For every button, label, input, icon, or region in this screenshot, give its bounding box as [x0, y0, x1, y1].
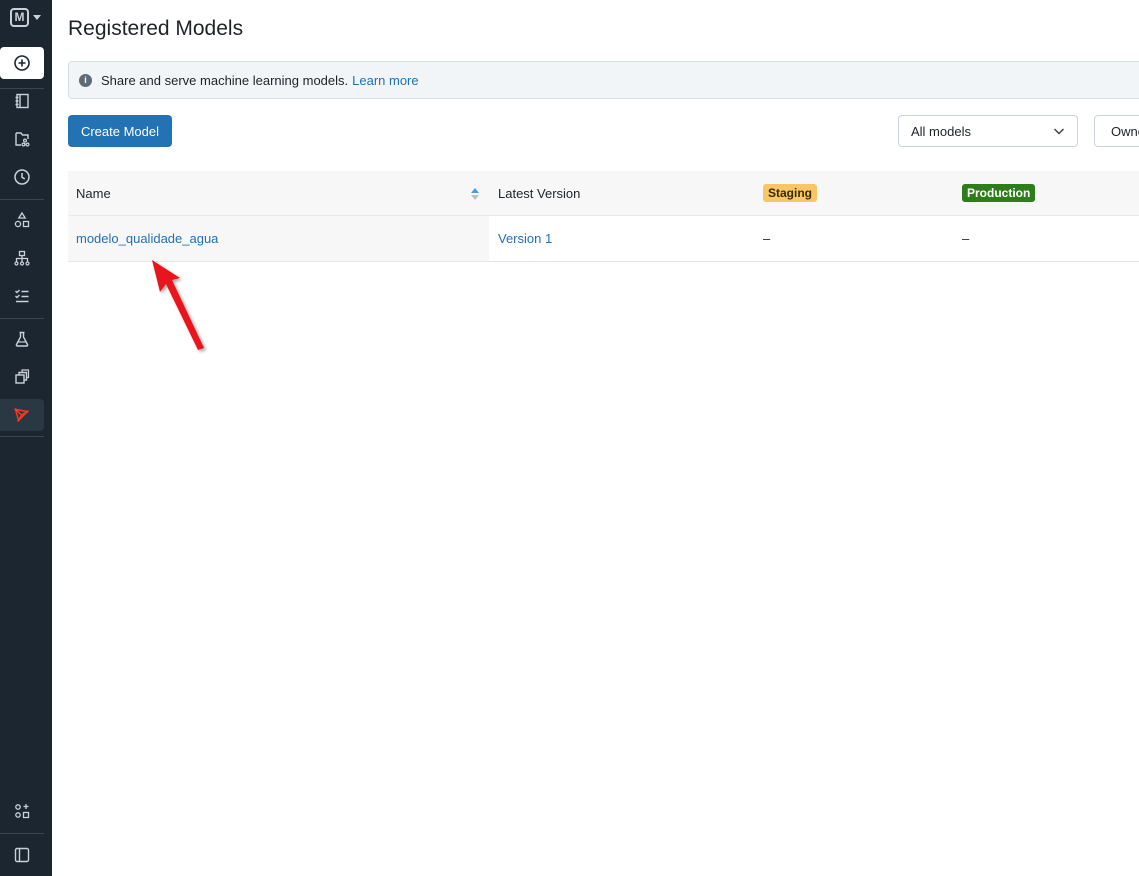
- sidebar-item-workflows[interactable]: [0, 242, 44, 274]
- models-filter-select[interactable]: All models: [898, 115, 1078, 147]
- model-name-cell: modelo_qualidade_agua: [76, 216, 486, 261]
- sidebar-collapse-button[interactable]: [0, 839, 44, 871]
- caret-down-icon: [33, 14, 41, 20]
- sidebar-item-new[interactable]: [0, 47, 44, 79]
- models-icon: [14, 408, 29, 422]
- column-header-production: Production: [962, 171, 1036, 215]
- sidebar-item-features[interactable]: [0, 361, 44, 393]
- sidebar-item-catalog[interactable]: [0, 204, 44, 236]
- column-header-latest-version: Latest Version: [498, 171, 580, 215]
- create-model-button[interactable]: Create Model: [68, 115, 172, 147]
- logo: M: [10, 7, 29, 27]
- owner-filter-label: Owner: [1111, 123, 1139, 139]
- latest-version-cell: Version 1: [498, 216, 552, 261]
- learn-more-link[interactable]: Learn more: [352, 73, 418, 88]
- info-icon: i: [79, 73, 92, 87]
- owner-filter-button[interactable]: Owner: [1094, 115, 1139, 147]
- column-header-staging: Staging: [763, 171, 817, 215]
- staging-value: –: [763, 231, 771, 246]
- models-filter-value: All models: [911, 123, 971, 139]
- stack-icon: [15, 369, 30, 384]
- annotation-arrow-icon: [152, 260, 204, 350]
- shapes-icon: [14, 211, 30, 228]
- models-table: Name Latest Version Staging Production m…: [68, 171, 1139, 262]
- sidebar-divider: [0, 436, 44, 437]
- banner-text: Share and serve machine learning models.: [101, 72, 349, 88]
- sidebar-toggle-icon: [14, 847, 30, 863]
- staging-cell: –: [763, 216, 770, 261]
- info-banner: i Share and serve machine learning model…: [68, 61, 1139, 99]
- sort-icon[interactable]: [470, 187, 480, 201]
- sidebar: M: [0, 0, 52, 876]
- flask-icon: [15, 331, 29, 347]
- table-row: modelo_qualidade_agua Version 1 – –: [68, 216, 1139, 262]
- production-value: –: [962, 231, 970, 246]
- sidebar-divider: [0, 318, 44, 319]
- column-header-name[interactable]: Name: [76, 171, 486, 215]
- production-tag: Production: [962, 184, 1036, 202]
- chevron-down-icon: [1053, 128, 1065, 135]
- sidebar-item-notebooks[interactable]: [0, 85, 44, 117]
- sidebar-divider: [0, 833, 44, 834]
- sidebar-item-tasks[interactable]: [0, 280, 44, 312]
- production-cell: –: [962, 216, 969, 261]
- plus-circle-icon: [14, 55, 30, 71]
- staging-tag: Staging: [763, 184, 817, 202]
- workspace-switcher[interactable]: M: [10, 6, 44, 28]
- partner-icon: [15, 804, 30, 819]
- workflow-icon: [14, 250, 30, 266]
- sidebar-item-recents[interactable]: [0, 161, 44, 193]
- sidebar-item-experiments[interactable]: [0, 323, 44, 355]
- column-header-name-label: Name: [76, 185, 111, 201]
- page-title: Registered Models: [68, 17, 244, 40]
- column-header-latest-version-label: Latest Version: [498, 185, 581, 201]
- table-header: Name Latest Version Staging Production: [68, 171, 1139, 216]
- notebook-icon: [15, 93, 29, 109]
- checklist-icon: [15, 289, 29, 303]
- clock-icon: [14, 169, 30, 185]
- model-name-link[interactable]: modelo_qualidade_agua: [76, 231, 218, 246]
- latest-version-link[interactable]: Version 1: [498, 231, 552, 246]
- folder-git-icon: [15, 132, 30, 147]
- sidebar-item-repos[interactable]: [0, 123, 44, 155]
- sidebar-item-models[interactable]: [0, 399, 44, 431]
- sidebar-divider: [0, 199, 44, 200]
- sidebar-item-marketplace[interactable]: [0, 795, 44, 827]
